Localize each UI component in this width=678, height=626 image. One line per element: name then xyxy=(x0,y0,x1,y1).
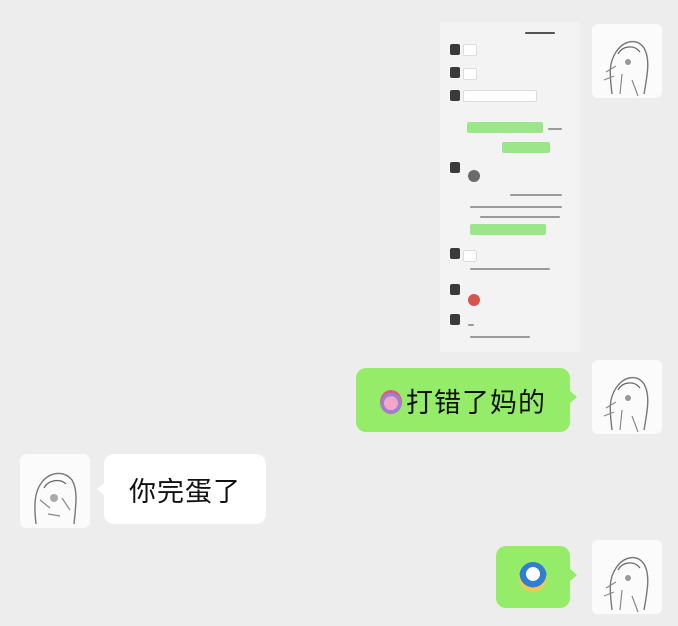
screenshot-bubble xyxy=(463,44,477,56)
contact-avatar[interactable] xyxy=(20,454,90,528)
message-text: 打错了妈的 xyxy=(406,387,546,419)
screenshot-text-line xyxy=(468,324,474,326)
sketch-avatar-icon xyxy=(34,472,77,525)
sketch-avatar-icon xyxy=(603,41,649,97)
screenshot-sticker xyxy=(468,294,480,306)
screenshot-avatar xyxy=(450,248,460,259)
screenshot-sticker xyxy=(468,170,480,182)
screenshot-bubble xyxy=(463,90,537,102)
bubble-tail xyxy=(569,390,577,404)
screenshot-bubble xyxy=(467,122,543,133)
my-avatar[interactable] xyxy=(592,540,662,614)
message-bubble-sent[interactable]: 打错了妈的 xyxy=(356,368,577,432)
screenshot-text-line xyxy=(470,336,530,338)
screenshot-text-line xyxy=(470,268,550,270)
screenshot-text-line xyxy=(525,32,555,34)
message-bubble-sent-sticker[interactable] xyxy=(496,546,577,608)
message-text: 你完蛋了 xyxy=(129,476,241,508)
my-avatar[interactable] xyxy=(592,24,662,98)
clown-face-icon xyxy=(380,390,402,414)
bubble-tail xyxy=(569,568,577,582)
screenshot-bubble xyxy=(470,224,546,235)
screenshot-text-line xyxy=(548,128,562,130)
screenshot-avatar xyxy=(450,284,460,295)
my-avatar[interactable] xyxy=(592,360,662,434)
chat-screenshot-image[interactable] xyxy=(440,22,580,352)
screenshot-text-line xyxy=(470,206,562,208)
sketch-avatar-icon xyxy=(603,557,649,613)
screenshot-bubble xyxy=(502,142,550,153)
screenshot-text-line xyxy=(480,216,560,218)
screenshot-avatar xyxy=(450,314,460,325)
screenshot-avatar xyxy=(450,44,460,55)
screenshot-avatar xyxy=(450,90,460,101)
screenshot-bubble xyxy=(463,68,477,80)
sketch-avatar-icon xyxy=(603,377,649,433)
screenshot-text-line xyxy=(510,194,562,196)
screenshot-bubble xyxy=(463,250,477,262)
screenshot-avatar xyxy=(450,162,460,173)
bubble-tail xyxy=(97,482,105,496)
emoji-sticker-icon xyxy=(519,562,547,592)
screenshot-avatar xyxy=(450,67,460,78)
message-bubble-received[interactable]: 你完蛋了 xyxy=(97,454,266,524)
